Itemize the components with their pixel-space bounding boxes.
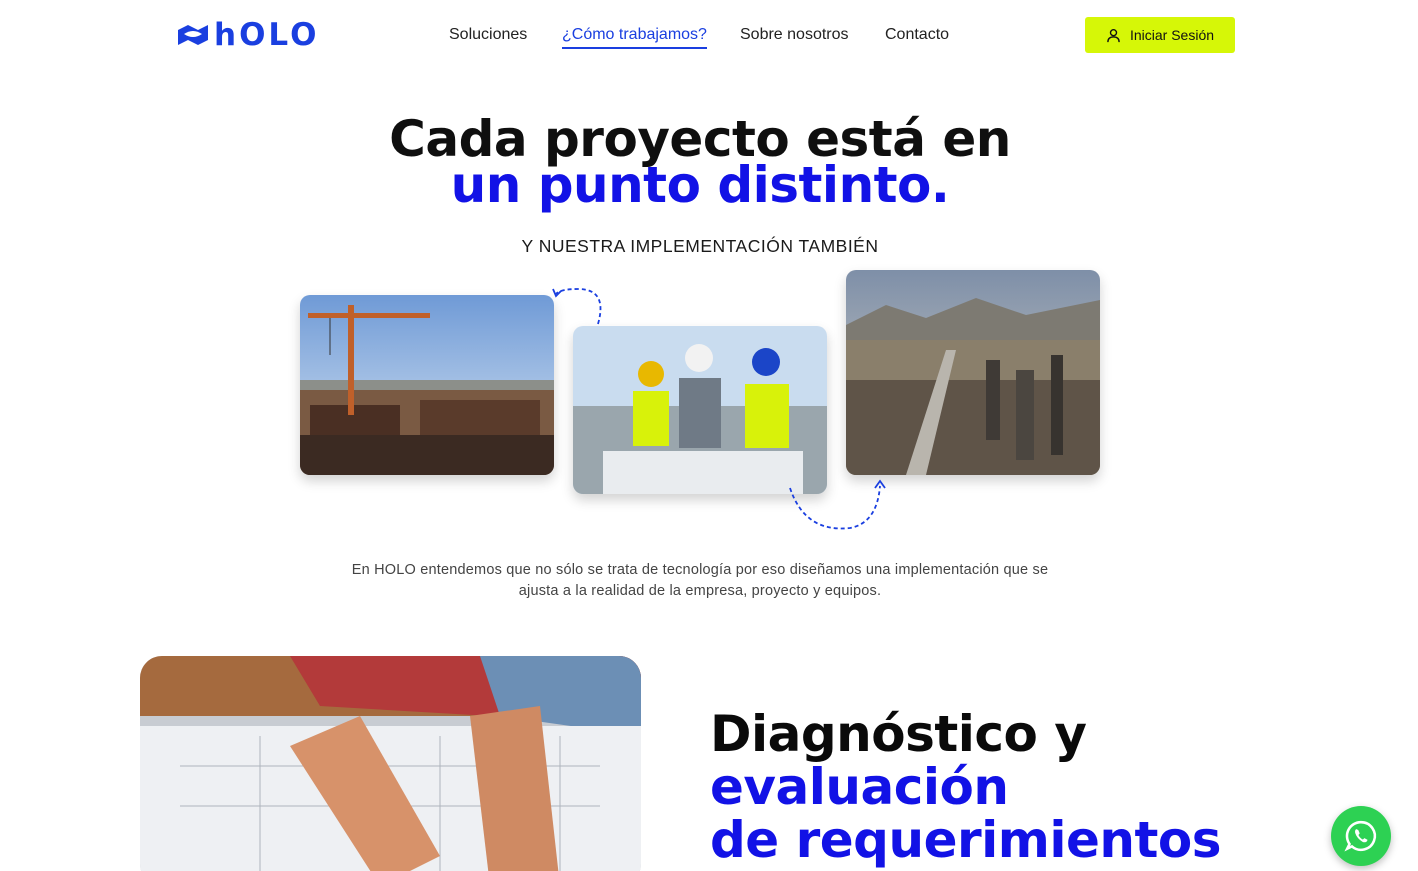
section-title-line2: evaluación xyxy=(710,758,1009,816)
whatsapp-icon xyxy=(1344,820,1377,852)
dashed-arrow-bottom xyxy=(789,479,886,530)
hero-title-line2: un punto distinto. xyxy=(450,156,950,214)
section-title-line1: Diagnóstico y xyxy=(710,705,1087,763)
login-button[interactable]: Iniciar Sesión xyxy=(1085,17,1235,53)
construction-site-photo xyxy=(300,295,554,475)
dashed-arrow-top xyxy=(552,288,602,325)
nav-como-trabajamos[interactable]: ¿Cómo trabajamos? xyxy=(562,24,707,49)
nav-soluciones[interactable]: Soluciones xyxy=(449,24,527,46)
nav-sobre-nosotros[interactable]: Sobre nosotros xyxy=(740,24,849,46)
whatsapp-button[interactable] xyxy=(1331,806,1391,866)
nav-contacto[interactable]: Contacto xyxy=(885,24,949,46)
hero-subtitle: Y NUESTRA IMPLEMENTACIÓN TAMBIÉN xyxy=(521,236,879,256)
workers-meeting-photo xyxy=(573,326,827,494)
hero-title: Cada proyecto está en un punto distinto. xyxy=(0,114,1400,214)
login-label: Iniciar Sesión xyxy=(1129,27,1215,43)
blueprint-photo xyxy=(140,656,641,871)
section-title-line3: de requerimientos xyxy=(710,811,1222,869)
city-aerial-photo xyxy=(846,270,1100,475)
section-title: Diagnóstico y evaluación de requerimient… xyxy=(710,705,1222,869)
hero-description: En HOLO entendemos que no sólo se trata … xyxy=(351,562,1049,599)
site-header: hOLO Soluciones ¿Cómo trabajamos? Sobre … xyxy=(0,0,1418,70)
user-icon xyxy=(1107,28,1120,42)
